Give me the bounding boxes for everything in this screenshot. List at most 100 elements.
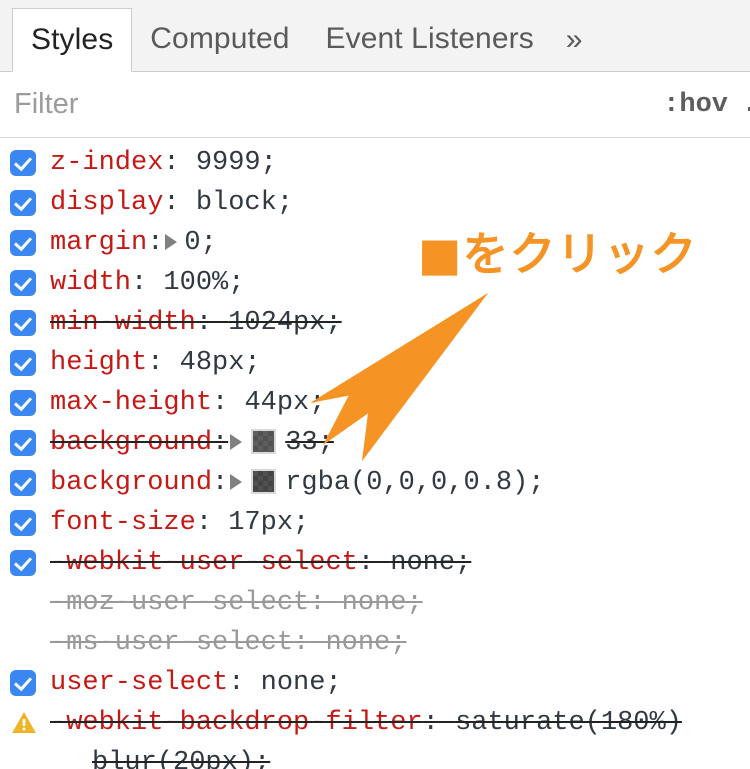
- tab-event-listeners[interactable]: Event Listeners: [308, 8, 552, 70]
- css-declaration-row[interactable]: height: 48px;: [0, 343, 750, 383]
- declaration-property-name[interactable]: user-select: [50, 663, 228, 703]
- css-declaration-row[interactable]: font-size: 17px;: [0, 503, 750, 543]
- declaration-checkbox-checked[interactable]: [10, 670, 36, 696]
- css-declaration-row[interactable]: -webkit-user-select: none;: [0, 543, 750, 583]
- declaration-property-name[interactable]: width: [50, 263, 131, 303]
- declaration-property-value[interactable]: 0;: [184, 223, 216, 263]
- declaration-checkbox-checked[interactable]: [10, 230, 36, 256]
- declaration-space: [309, 623, 325, 663]
- declaration-checkbox-checked[interactable]: [10, 190, 36, 216]
- declaration-property-value[interactable]: 100%;: [163, 263, 244, 303]
- declaration-property-value[interactable]: saturate(180%): [455, 703, 682, 743]
- declaration-property-value[interactable]: none;: [261, 663, 342, 703]
- hov-toggle-button[interactable]: :hov: [663, 90, 750, 120]
- declaration-checkbox-checked[interactable]: [10, 470, 36, 496]
- declaration-checkbox-checked[interactable]: [10, 550, 36, 576]
- declaration-space: [212, 303, 228, 343]
- declaration-text: font-size: 17px;: [50, 503, 309, 543]
- declaration-checkbox-checked[interactable]: [10, 350, 36, 376]
- panel-tabbar: Styles Computed Event Listeners »: [0, 0, 750, 72]
- declaration-checkbox-checked[interactable]: [10, 270, 36, 296]
- cls-toggle-button[interactable]: .: [742, 90, 750, 120]
- declaration-text: -moz-user-select: none;: [50, 583, 423, 623]
- declaration-colon: :: [163, 148, 180, 178]
- devtools-styles-panel: Styles Computed Event Listeners » :hov .…: [0, 0, 750, 769]
- declaration-text: background: 33;: [50, 423, 334, 463]
- declaration-checkbox-checked[interactable]: [10, 310, 36, 336]
- declaration-property-value[interactable]: 1024px;: [228, 303, 341, 343]
- expand-triangle-icon[interactable]: [165, 234, 178, 250]
- declaration-colon: :: [357, 548, 375, 578]
- declaration-property-name[interactable]: -webkit-backdrop-filter: [50, 703, 423, 743]
- more-tabs-icon[interactable]: »: [552, 8, 597, 71]
- css-declaration-row[interactable]: -webkit-backdrop-filter: saturate(180%): [0, 703, 750, 743]
- declaration-colon: :: [195, 508, 213, 538]
- declaration-space: [180, 143, 196, 183]
- declaration-property-name[interactable]: min-width: [50, 303, 196, 343]
- css-declaration-row[interactable]: z-index: 9999;: [0, 143, 750, 183]
- declaration-text: margin:0;: [50, 223, 217, 263]
- declaration-property-name[interactable]: -webkit-user-select: [50, 543, 358, 583]
- declaration-space: [180, 183, 196, 223]
- tab-styles[interactable]: Styles: [12, 8, 133, 72]
- css-declaration-row[interactable]: background: rgba(0,0,0,0.8);: [0, 463, 750, 503]
- declaration-space: [374, 543, 390, 583]
- declaration-colon: :: [212, 428, 229, 458]
- declaration-checkbox-checked[interactable]: [10, 150, 36, 176]
- css-declaration-row[interactable]: -moz-user-select: none;: [0, 583, 750, 623]
- declaration-property-name[interactable]: max-height: [50, 383, 212, 423]
- declaration-property-name[interactable]: background: [50, 423, 212, 463]
- color-swatch[interactable]: [251, 428, 277, 454]
- declaration-colon: :: [131, 268, 148, 298]
- css-declaration-row[interactable]: width: 100%;: [0, 263, 750, 303]
- declaration-property-name[interactable]: height: [50, 343, 147, 383]
- tab-computed-label: Computed: [150, 22, 290, 55]
- declaration-property-value[interactable]: 33;: [285, 423, 334, 463]
- declaration-property-name[interactable]: background: [50, 463, 212, 503]
- declaration-property-name[interactable]: margin: [50, 223, 147, 263]
- declaration-colon: :: [195, 308, 213, 338]
- declaration-property-value[interactable]: none;: [342, 583, 423, 623]
- declaration-colon: :: [212, 468, 229, 498]
- declaration-property-name[interactable]: display: [50, 183, 163, 223]
- declaration-property-value[interactable]: 48px;: [180, 343, 261, 383]
- declaration-checkbox-empty: [10, 590, 36, 616]
- declaration-property-name[interactable]: font-size: [50, 503, 196, 543]
- declaration-colon: :: [147, 348, 164, 378]
- css-declaration-row[interactable]: margin:0;: [0, 223, 750, 263]
- css-declarations-list: z-index: 9999; display: block; margin:0; wi…: [0, 138, 750, 769]
- color-swatch-fill: [253, 430, 275, 452]
- declaration-value-continuation: blur(20px);: [0, 743, 750, 769]
- filter-input[interactable]: [14, 88, 664, 121]
- declaration-property-value[interactable]: none;: [390, 543, 471, 583]
- declaration-property-value[interactable]: 9999;: [196, 143, 277, 183]
- declaration-text: height: 48px;: [50, 343, 261, 383]
- declaration-colon: :: [147, 228, 164, 258]
- declaration-text: background: rgba(0,0,0,0.8);: [50, 463, 544, 503]
- css-declaration-row[interactable]: user-select: none;: [0, 663, 750, 703]
- declaration-space: [163, 343, 179, 383]
- declaration-property-name[interactable]: z-index: [50, 143, 163, 183]
- declaration-property-value[interactable]: rgba(0,0,0,0.8);: [285, 463, 544, 503]
- css-declaration-row[interactable]: min-width: 1024px;: [0, 303, 750, 343]
- declaration-property-value[interactable]: 44px;: [244, 383, 325, 423]
- css-declaration-row[interactable]: -ms-user-select: none;: [0, 623, 750, 663]
- declaration-property-name[interactable]: -moz-user-select: [50, 583, 309, 623]
- css-declaration-row[interactable]: max-height: 44px;: [0, 383, 750, 423]
- declaration-checkbox-checked[interactable]: [10, 390, 36, 416]
- declaration-property-value[interactable]: none;: [325, 623, 406, 663]
- declaration-colon: :: [293, 628, 310, 658]
- declaration-checkbox-checked[interactable]: [10, 510, 36, 536]
- declaration-colon: :: [422, 708, 439, 738]
- tab-computed[interactable]: Computed: [132, 8, 307, 70]
- css-declaration-row[interactable]: background: 33;: [0, 423, 750, 463]
- expand-triangle-icon[interactable]: [230, 434, 243, 450]
- color-swatch[interactable]: [251, 468, 277, 494]
- declaration-checkbox-checked[interactable]: [10, 430, 36, 456]
- declaration-property-name[interactable]: -ms-user-select: [50, 623, 293, 663]
- expand-triangle-icon[interactable]: [230, 474, 243, 490]
- css-declaration-row[interactable]: display: block;: [0, 183, 750, 223]
- tab-event-listeners-label: Event Listeners: [325, 22, 534, 55]
- declaration-property-value[interactable]: 17px;: [228, 503, 309, 543]
- declaration-property-value[interactable]: block;: [196, 183, 293, 223]
